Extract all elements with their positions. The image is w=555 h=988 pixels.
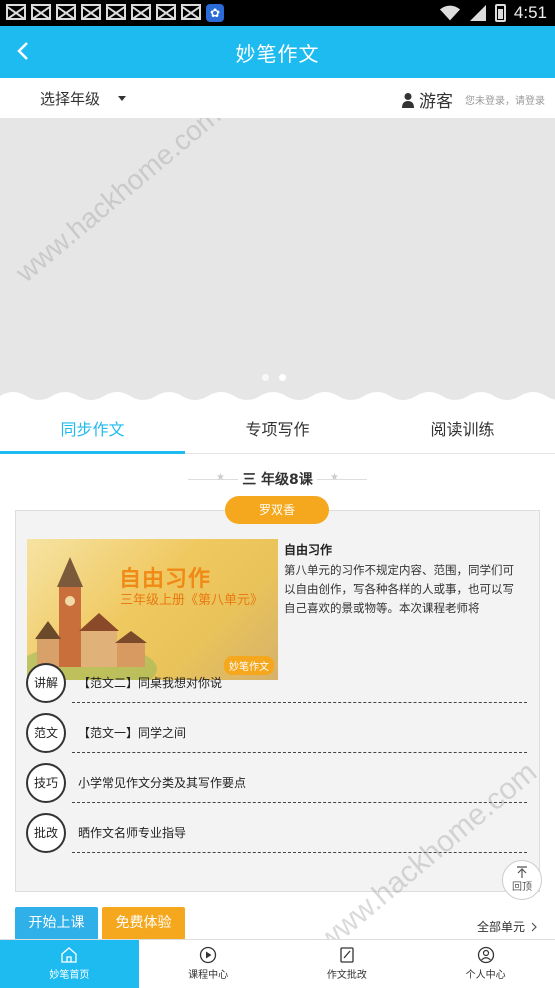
mail-icon [31,4,51,20]
tab-reading-training[interactable]: 阅读训练 [370,408,555,453]
arrow-up-icon [517,866,527,878]
start-class-button[interactable]: 开始上课 [15,907,98,940]
watermark: www.hackhome.com [9,118,227,289]
tab-special-writing[interactable]: 专项写作 [185,408,370,453]
notification-icons: ✿ [6,4,224,22]
category-tabs: 同步作文 专项写作 阅读训练 [0,408,555,454]
battery-icon [494,4,506,22]
nav-essay-correction[interactable]: 作文批改 [278,940,417,988]
sub-header: 选择年级 游客 您未登录，请登录 [0,78,555,118]
lesson-item-text: 小学常见作文分类及其写作要点 [78,776,247,790]
lesson-item[interactable]: 范文 【范文一】同学之间 [26,711,527,757]
wifi-icon [439,5,460,21]
guest-label: 游客 [419,92,453,112]
user-icon [402,92,414,108]
bottom-nav: 妙笔首页 课程中心 作文批改 个人中心 [0,939,555,988]
mail-icon [181,4,201,20]
paw-app-icon: ✿ [206,4,224,22]
divider [72,852,527,853]
lesson-tag: 技巧 [26,763,66,803]
lesson-tag: 讲解 [26,663,66,703]
grade-dropdown-label: 选择年级 [40,90,101,108]
nav-home[interactable]: 妙笔首页 [0,940,139,988]
lesson-image-subtitle: 三年级上册《第八单元》 [120,593,264,608]
lesson-tag: 批改 [26,813,66,853]
divider [72,802,527,803]
person-icon [477,946,494,964]
all-units-link[interactable]: 全部单元 [477,918,537,935]
chevron-down-icon [118,96,127,101]
free-trial-button[interactable]: 免费体验 [102,907,185,940]
grade-dropdown[interactable]: 选择年级 [40,88,127,109]
star-icon: ★ [330,472,339,483]
lesson-item[interactable]: 讲解 【范文二】同桌我想对你说 [26,661,527,707]
back-to-top-button[interactable]: 回顶 [502,860,542,900]
back-to-top-label: 回顶 [512,882,532,893]
nav-label: 妙笔首页 [49,970,90,981]
mail-icon [81,4,101,20]
title-divider [317,479,367,480]
lesson-tag: 范文 [26,713,66,753]
chevron-right-icon [531,922,537,931]
section-title: 三 年级8课 [242,472,313,488]
lesson-description: 第八单元的习作不规定内容、范围，同学们可以自由创作，写各种各样的人或事，也可以写… [284,563,514,615]
carousel-dot-active[interactable] [279,374,286,381]
login-hint[interactable]: 您未登录，请登录 [465,92,545,107]
app-bar: 妙笔作文 [0,26,555,78]
signal-icon [469,5,486,21]
lesson-item-text: 【范文二】同桌我想对你说 [78,676,223,690]
banner-wave [0,392,555,408]
carousel-dots [262,374,286,381]
lesson-item-text: 【范文一】同学之间 [78,726,187,740]
mail-icon [131,4,151,20]
home-icon [61,947,78,963]
lesson-image[interactable]: 自由习作 三年级上册《第八单元》 妙笔作文 [27,539,278,680]
mail-icon [6,4,26,20]
nav-personal-center[interactable]: 个人中心 [416,940,555,988]
lesson-item[interactable]: 技巧 小学常见作文分类及其写作要点 [26,761,527,807]
divider [72,752,527,753]
all-units-label: 全部单元 [476,920,525,934]
nav-label: 个人中心 [465,970,506,981]
divider [72,702,527,703]
mail-icon [56,4,76,20]
lesson-item-text: 晒作文名师专业指导 [78,826,187,840]
lesson-title: 自由习作 [284,543,333,557]
tab-sync-writing[interactable]: 同步作文 [0,408,185,454]
status-bar: ✿ 4:51 [0,0,555,26]
nav-course-center[interactable]: 课程中心 [139,940,278,988]
nav-label: 作文批改 [326,970,367,981]
edit-icon [340,947,354,963]
main-content: ★ 三 年级8课 ★ 罗双香 自由习作 三年级上册《第八单元》 妙笔作文 自由习… [0,455,555,958]
lesson-item[interactable]: 批改 晒作文名师专业指导 [26,811,527,857]
banner-carousel[interactable]: www.hackhome.com [0,118,555,408]
mail-icon [106,4,126,20]
status-time: 4:51 [513,3,547,22]
play-icon [199,946,217,964]
carousel-dot[interactable] [262,374,269,381]
nav-label: 课程中心 [188,970,229,981]
page-title: 妙笔作文 [235,42,320,66]
lesson-card: 自由习作 三年级上册《第八单元》 妙笔作文 自由习作 第八单元的习作不规定内容、… [15,510,540,892]
teacher-badge: 罗双香 [225,496,329,524]
mail-icon [156,4,176,20]
login-area[interactable]: 游客 您未登录，请登录 [401,87,545,112]
